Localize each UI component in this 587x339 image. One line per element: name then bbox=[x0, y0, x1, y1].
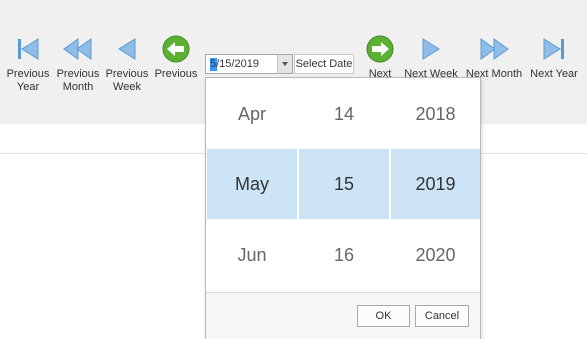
next-year-button[interactable]: Next Year bbox=[527, 30, 581, 81]
month-option[interactable]: Apr bbox=[207, 79, 297, 149]
previous-week-label-1: Previous bbox=[105, 68, 149, 80]
previous-week-button[interactable]: Previous Week bbox=[105, 30, 149, 94]
previous-year-button[interactable]: Previous Year bbox=[6, 30, 50, 94]
previous-button[interactable]: Previous bbox=[153, 30, 199, 81]
previous-month-label-1: Previous bbox=[56, 68, 100, 80]
year-option[interactable]: 2020 bbox=[391, 220, 480, 290]
chevron-right-icon bbox=[422, 38, 440, 60]
previous-label-1: Previous bbox=[154, 68, 198, 80]
next-year-label: Next Year bbox=[530, 68, 578, 80]
day-selected[interactable]: 15 bbox=[299, 149, 389, 219]
double-chevron-left-icon bbox=[63, 38, 92, 60]
picker-row-prev: Apr 14 2018 bbox=[206, 79, 480, 149]
month-option[interactable]: Jun bbox=[207, 220, 297, 290]
day-option[interactable]: 14 bbox=[299, 79, 389, 149]
green-arrow-left-icon bbox=[162, 35, 190, 63]
ok-button[interactable]: OK bbox=[357, 305, 410, 327]
dropdown-arrow-button[interactable] bbox=[277, 55, 292, 73]
next-month-button[interactable]: Next Month bbox=[464, 30, 524, 81]
chevron-left-icon bbox=[118, 38, 136, 60]
previous-year-label-1: Previous bbox=[6, 68, 50, 80]
select-date-button[interactable]: Select Date bbox=[294, 54, 354, 74]
date-picker-popup: Apr 14 2018 May 15 2019 Jun 16 2020 OK C… bbox=[205, 77, 481, 339]
picker-row-selected: May 15 2019 bbox=[206, 149, 480, 219]
picker-footer: OK Cancel bbox=[206, 292, 480, 339]
next-week-button[interactable]: Next Week bbox=[402, 30, 460, 81]
day-option[interactable]: 16 bbox=[299, 220, 389, 290]
skip-forward-icon bbox=[543, 38, 564, 60]
picker-row-next: Jun 16 2020 bbox=[206, 220, 480, 290]
cancel-button[interactable]: Cancel bbox=[415, 305, 469, 327]
date-input-value: 5/15/2019 bbox=[210, 58, 259, 70]
previous-week-label-2: Week bbox=[113, 81, 141, 93]
next-button[interactable]: Next bbox=[362, 30, 398, 81]
previous-month-label-2: Month bbox=[62, 81, 94, 93]
month-selected[interactable]: May bbox=[207, 149, 297, 219]
green-arrow-right-icon bbox=[366, 35, 394, 63]
skip-back-icon bbox=[18, 38, 39, 60]
date-input[interactable]: 5/15/2019 bbox=[205, 54, 293, 74]
year-selected[interactable]: 2019 bbox=[391, 149, 480, 219]
year-option[interactable]: 2018 bbox=[391, 79, 480, 149]
previous-month-button[interactable]: Previous Month bbox=[55, 30, 101, 94]
previous-year-label-2: Year bbox=[16, 81, 40, 93]
double-chevron-right-icon bbox=[480, 38, 509, 60]
